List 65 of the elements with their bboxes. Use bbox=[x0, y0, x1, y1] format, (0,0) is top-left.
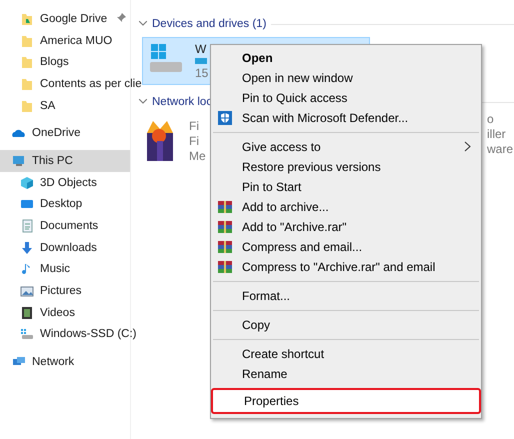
drive-name: W bbox=[195, 42, 208, 56]
menu-item[interactable]: Rename bbox=[213, 364, 481, 384]
folder-icon bbox=[20, 34, 34, 48]
selected-sidebar-row[interactable]: This PC bbox=[0, 150, 130, 172]
section-header: Devices and drives (1) bbox=[152, 18, 266, 30]
folder-icon bbox=[20, 55, 34, 70]
package-icon bbox=[145, 119, 175, 161]
sidebar-item[interactable]: Pictures bbox=[40, 285, 82, 298]
menu-item[interactable]: Format... bbox=[213, 286, 481, 306]
document-icon bbox=[20, 219, 34, 234]
picture-icon bbox=[20, 284, 34, 298]
item-text: iller bbox=[487, 127, 506, 141]
shield-icon bbox=[218, 111, 232, 125]
menu-item[interactable]: Give access to bbox=[213, 137, 481, 157]
item-text: Me bbox=[189, 149, 206, 163]
item-text: o bbox=[487, 112, 494, 126]
folder-icon bbox=[20, 98, 34, 113]
menu-item[interactable]: Add to "Archive.rar" bbox=[213, 217, 481, 237]
menu-item[interactable]: Add to archive... bbox=[213, 197, 481, 217]
item-text: Fi bbox=[189, 119, 200, 133]
menu-item[interactable]: Compress and email... bbox=[213, 237, 481, 257]
books-icon bbox=[218, 240, 232, 254]
chevron-icon[interactable] bbox=[139, 99, 147, 105]
chevron-icon[interactable] bbox=[139, 21, 147, 27]
books-icon bbox=[218, 220, 232, 234]
sidebar-item[interactable]: Documents bbox=[40, 220, 98, 232]
folder-icon bbox=[20, 76, 34, 91]
menu-item[interactable]: Restore previous versions bbox=[213, 157, 481, 177]
sidebar-item[interactable]: Network bbox=[32, 356, 74, 368]
menu-item[interactable]: Properties bbox=[211, 388, 481, 414]
sidebar-item[interactable]: Desktop bbox=[40, 198, 82, 210]
item-text: ware bbox=[487, 142, 514, 156]
menu-item[interactable]: Scan with Microsoft Defender... bbox=[213, 108, 481, 128]
drive-size: 15 bbox=[195, 66, 208, 80]
sidebar-item[interactable]: Music bbox=[40, 263, 70, 276]
sidebar-item[interactable]: Contents as per clie bbox=[40, 78, 142, 90]
menu-item[interactable]: Compress to "Archive.rar" and email bbox=[213, 257, 481, 277]
sidebar-item[interactable]: Videos bbox=[40, 306, 75, 319]
chevron-right-icon bbox=[464, 141, 471, 152]
sidebar-item[interactable]: Windows-SSD (C:) bbox=[40, 328, 136, 340]
drive-icon bbox=[20, 327, 34, 342]
sidebar-item[interactable]: 3D Objects bbox=[40, 176, 97, 189]
computer-icon bbox=[12, 154, 26, 168]
menu-item[interactable]: Open bbox=[213, 48, 481, 68]
drive-icon bbox=[149, 42, 183, 74]
film-icon bbox=[20, 306, 34, 320]
menu-item[interactable]: Pin to Start bbox=[213, 177, 481, 197]
books-icon bbox=[218, 260, 232, 274]
item-text: Fi bbox=[189, 134, 200, 148]
sidebar-item[interactable]: America MUO bbox=[40, 34, 112, 47]
sidebar-item[interactable]: Google Drive bbox=[40, 12, 108, 25]
sidebar-item[interactable]: Blogs bbox=[40, 56, 69, 68]
usage-bar bbox=[195, 58, 207, 64]
menu-item[interactable]: Copy bbox=[213, 315, 481, 335]
sidebar-item[interactable]: Downloads bbox=[40, 242, 97, 254]
sidebar-item[interactable]: This PC bbox=[32, 154, 73, 167]
menu-item[interactable]: Pin to Quick access bbox=[213, 88, 481, 108]
cube-icon bbox=[20, 176, 34, 190]
sidebar-item[interactable]: OneDrive bbox=[32, 127, 81, 140]
sidebar-item[interactable]: SA bbox=[40, 100, 56, 112]
download-icon bbox=[20, 240, 34, 255]
menu-item[interactable]: Open in new window bbox=[213, 68, 481, 88]
books-icon bbox=[218, 200, 232, 214]
folder-icon bbox=[20, 12, 34, 26]
menu-item[interactable]: Create shortcut bbox=[213, 344, 481, 364]
